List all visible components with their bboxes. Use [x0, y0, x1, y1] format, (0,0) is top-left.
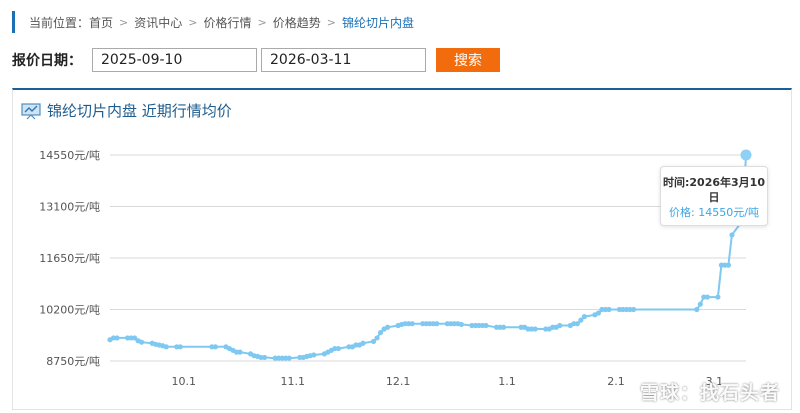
data-point	[311, 352, 317, 358]
highlighted-data-point	[740, 149, 752, 161]
data-point	[262, 354, 268, 361]
y-tick-label: 8750元/吨	[46, 355, 100, 368]
data-point	[374, 335, 380, 341]
watermark: 雪球：找石头者	[639, 382, 780, 404]
data-point	[581, 314, 587, 320]
data-point	[500, 324, 507, 330]
data-point	[694, 306, 700, 313]
data-point	[335, 345, 341, 352]
data-point	[630, 306, 637, 313]
data-point	[458, 321, 464, 328]
data-point	[384, 324, 391, 330]
x-tick-label: 2.1	[607, 375, 625, 388]
data-point	[729, 232, 735, 238]
y-tick-label: 11650元/吨	[39, 252, 100, 265]
data-point	[532, 326, 538, 332]
data-point	[715, 294, 721, 300]
y-tick-label: 10200元/吨	[39, 304, 100, 317]
data-point	[139, 339, 145, 345]
data-point	[237, 349, 243, 355]
x-tick-label: 10.1	[172, 375, 197, 388]
data-point	[557, 322, 563, 329]
data-point	[177, 344, 183, 350]
data-point	[114, 335, 120, 341]
tooltip-price: 价格: 14550元/吨	[669, 206, 759, 219]
x-tick-label: 12.1	[386, 375, 411, 388]
data-point	[725, 262, 732, 268]
data-point	[606, 306, 612, 313]
x-tick-label: 1.1	[498, 375, 516, 388]
series-line	[109, 154, 747, 360]
y-tick-label: 14550元/吨	[39, 149, 100, 162]
data-point	[163, 344, 169, 350]
y-tick-label: 13100元/吨	[39, 201, 100, 214]
data-point	[483, 322, 489, 329]
data-point	[409, 321, 415, 327]
data-point	[212, 344, 219, 350]
data-point	[704, 294, 710, 300]
data-point	[697, 301, 703, 307]
data-point	[286, 355, 292, 361]
data-point	[434, 321, 440, 327]
chart-tooltip: 时间:2026年3月10日 价格: 14550元/吨	[660, 166, 768, 226]
data-point	[360, 340, 366, 346]
x-tick-label: 11.1	[280, 375, 305, 388]
tooltip-time: 时间:2026年3月10日	[663, 176, 765, 204]
